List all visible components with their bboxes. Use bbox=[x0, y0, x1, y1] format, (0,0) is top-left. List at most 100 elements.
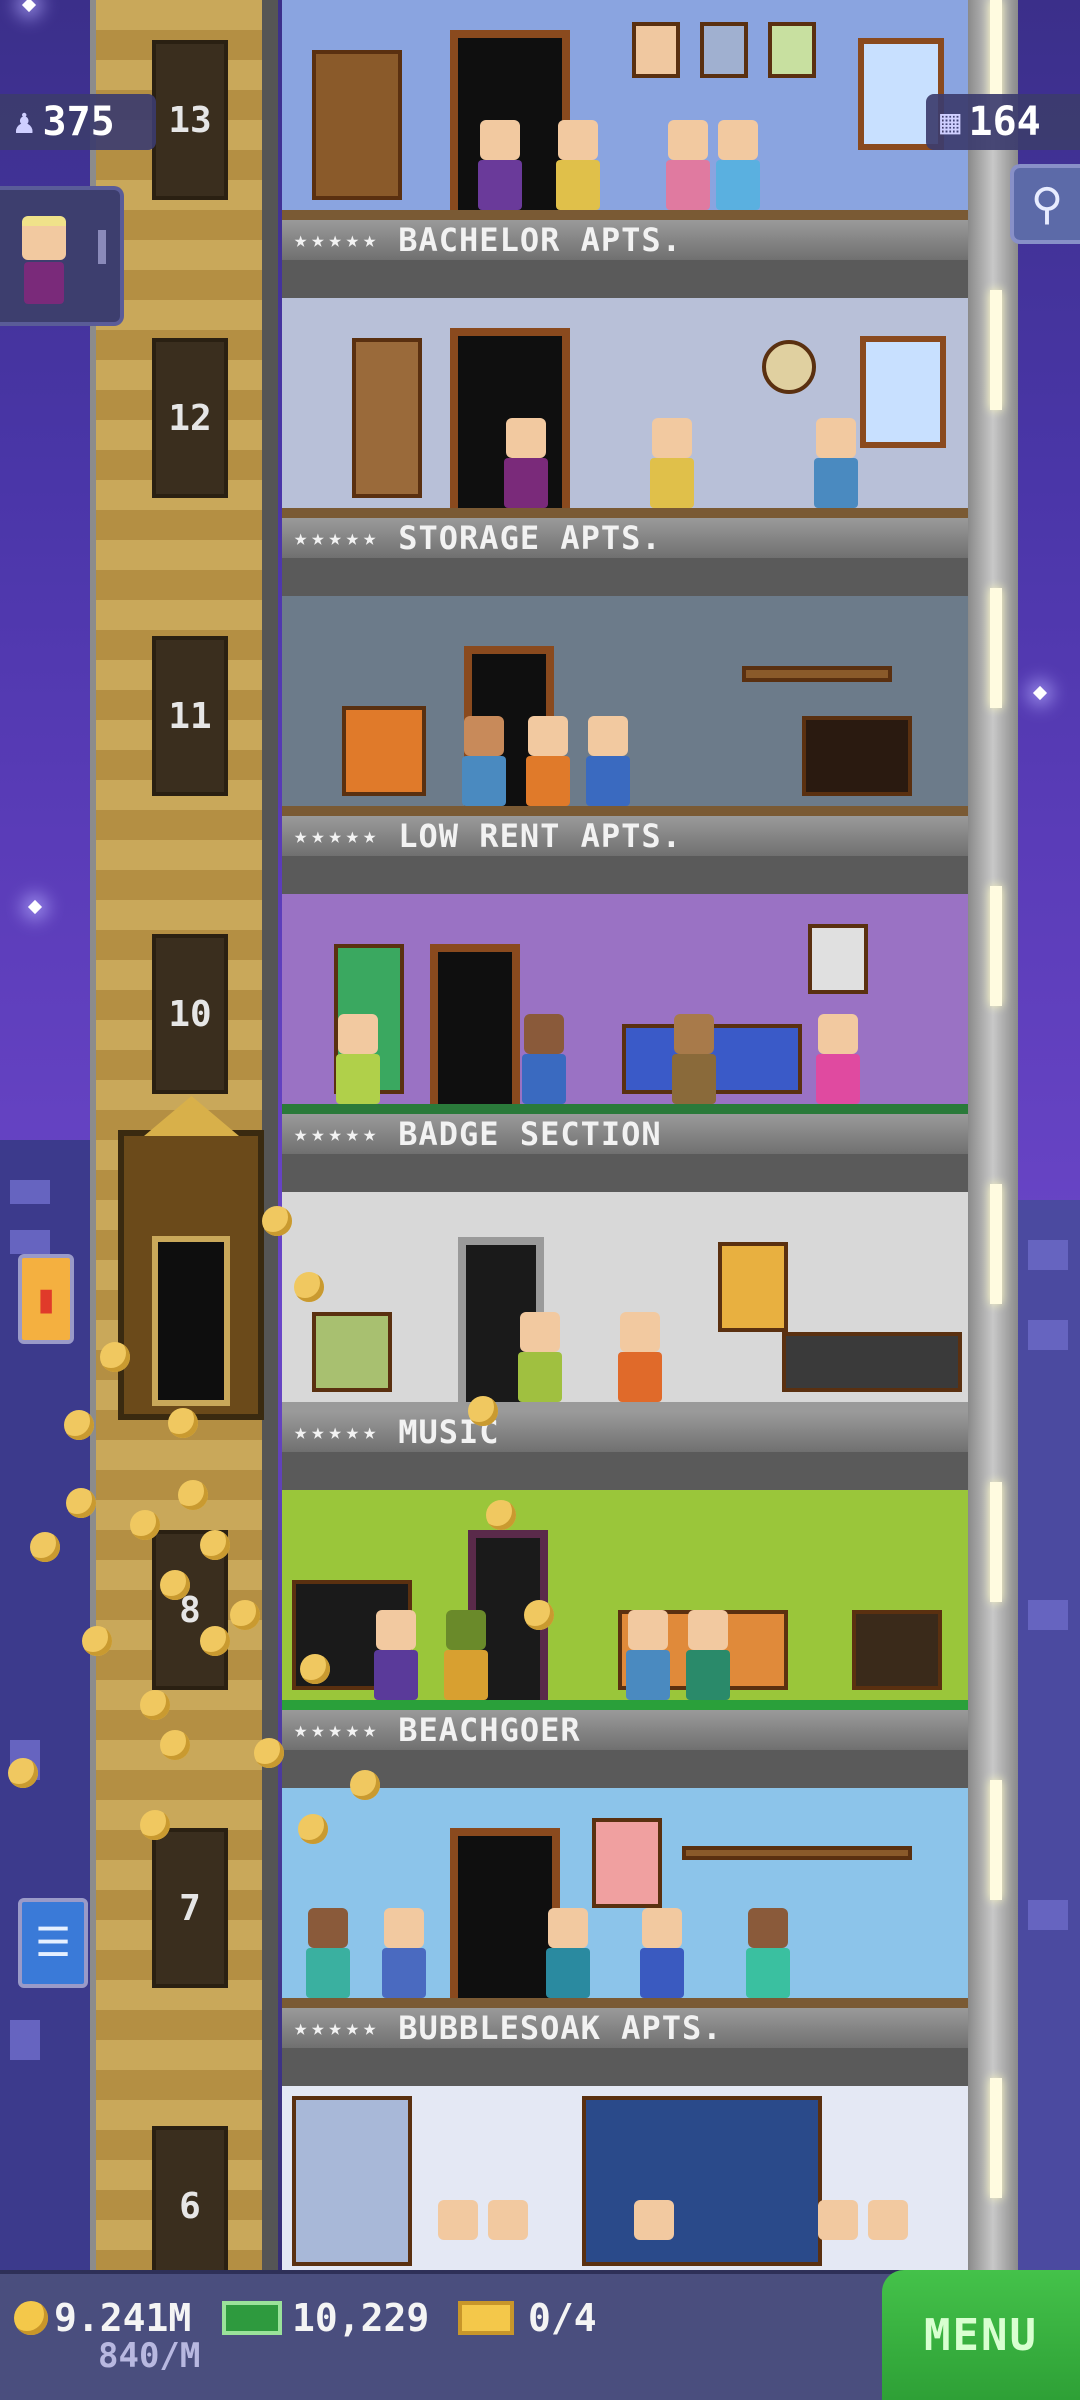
elevator-car[interactable] bbox=[118, 1096, 264, 1420]
floor-banner[interactable]: ★★★★★ BUBBLESOAK APTS. bbox=[282, 2008, 968, 2048]
floor-8-beachgoer[interactable]: ★★★★★ BEACHGOER bbox=[282, 1490, 968, 1788]
tenant[interactable] bbox=[614, 1312, 666, 1402]
notification-bubble[interactable]: ☰ bbox=[18, 1898, 88, 1988]
tenant[interactable] bbox=[458, 716, 510, 806]
floor-separator bbox=[282, 1452, 968, 1490]
coin-icon[interactable] bbox=[160, 1570, 190, 1600]
coin-icon[interactable] bbox=[262, 1206, 292, 1236]
floor-banner[interactable]: ★★★★★ STORAGE APTS. bbox=[282, 518, 968, 558]
coin-icon[interactable] bbox=[66, 1488, 96, 1518]
tenant[interactable] bbox=[552, 120, 604, 210]
floor-11-low-rent-apts[interactable]: ★★★★★ LOW RENT APTS. bbox=[282, 596, 968, 894]
tenant[interactable] bbox=[518, 1014, 570, 1104]
food-bubble[interactable]: ▮ bbox=[18, 1254, 74, 1344]
bux-stat[interactable]: 10,229 bbox=[222, 2296, 429, 2340]
coin-icon[interactable] bbox=[294, 1272, 324, 1302]
search-button[interactable]: ⚲ bbox=[1010, 164, 1080, 244]
menu-button[interactable]: MENU bbox=[882, 2270, 1080, 2400]
tenant[interactable] bbox=[542, 1908, 594, 1998]
tenant[interactable] bbox=[812, 2200, 864, 2270]
population-counter[interactable]: ♟ 375 bbox=[0, 94, 156, 150]
coin-icon[interactable] bbox=[178, 1480, 208, 1510]
coin-icon[interactable] bbox=[486, 1500, 516, 1530]
coin-icon[interactable] bbox=[140, 1810, 170, 1840]
tenant[interactable] bbox=[582, 716, 634, 806]
floor-separator bbox=[282, 2048, 968, 2086]
coin-icon[interactable] bbox=[140, 1690, 170, 1720]
tenant[interactable] bbox=[302, 1908, 354, 1998]
coin-icon[interactable] bbox=[298, 1814, 328, 1844]
rating-stars-icon: ★★★★★ bbox=[294, 2015, 381, 2041]
tenant[interactable] bbox=[332, 1014, 384, 1104]
coin-icon[interactable] bbox=[100, 1342, 130, 1372]
coin-icon[interactable] bbox=[30, 1532, 60, 1562]
tenant[interactable] bbox=[432, 2200, 484, 2270]
tenant[interactable] bbox=[636, 1908, 688, 1998]
floor-ledge bbox=[282, 1700, 968, 1710]
tenant[interactable] bbox=[474, 120, 526, 210]
floor-banner[interactable]: ★★★★★ LOW RENT APTS. bbox=[282, 816, 968, 856]
tenant[interactable] bbox=[378, 1908, 430, 1998]
shelf bbox=[742, 666, 892, 682]
tenant[interactable] bbox=[514, 1312, 566, 1402]
ticket-icon bbox=[458, 2301, 514, 2335]
coin-icon[interactable] bbox=[300, 1654, 330, 1684]
tenant[interactable] bbox=[500, 418, 552, 508]
tickets-value: 0/4 bbox=[528, 2296, 597, 2340]
coin-icon[interactable] bbox=[160, 1730, 190, 1760]
coin-icon[interactable] bbox=[130, 1510, 160, 1540]
room-interior bbox=[282, 1490, 968, 1700]
bathroom-unit bbox=[292, 2096, 412, 2266]
coin-icon[interactable] bbox=[200, 1626, 230, 1656]
tenant[interactable] bbox=[628, 2200, 680, 2270]
visitor-body bbox=[24, 262, 64, 304]
tenant[interactable] bbox=[812, 1014, 864, 1104]
tenant[interactable] bbox=[370, 1610, 422, 1700]
television bbox=[802, 716, 912, 796]
floor-banner[interactable]: ★★★★★ BEACHGOER bbox=[282, 1710, 968, 1750]
tenant[interactable] bbox=[440, 1610, 492, 1700]
tenant[interactable] bbox=[646, 418, 698, 508]
coin-icon[interactable] bbox=[82, 1626, 112, 1656]
floor-6[interactable] bbox=[282, 2086, 968, 2270]
floors-counter[interactable]: ▦ 164 bbox=[926, 94, 1080, 150]
game-poster bbox=[808, 924, 868, 994]
floor-banner[interactable]: ★★★★★ BADGE SECTION bbox=[282, 1114, 968, 1154]
tenant[interactable] bbox=[712, 120, 764, 210]
tenant[interactable] bbox=[482, 2200, 534, 2270]
tenant[interactable] bbox=[622, 1610, 674, 1700]
tenant[interactable] bbox=[662, 120, 714, 210]
tickets-stat[interactable]: 0/4 bbox=[458, 2296, 597, 2340]
coins-stat[interactable]: 9.241M bbox=[14, 2296, 191, 2340]
floor-12-storage-apts[interactable]: ★★★★★ STORAGE APTS. bbox=[282, 298, 968, 596]
floor-10-badge-section[interactable]: ★★★★★ BADGE SECTION bbox=[282, 894, 968, 1192]
coin-icon[interactable] bbox=[230, 1600, 260, 1630]
coin-icon[interactable] bbox=[254, 1738, 284, 1768]
floor-9-music[interactable]: ★★★★★ MUSIC bbox=[282, 1192, 968, 1490]
coin-icon[interactable] bbox=[64, 1410, 94, 1440]
tenant[interactable] bbox=[522, 716, 574, 806]
coin-icon[interactable] bbox=[468, 1396, 498, 1426]
floor-7-bubblesoak-apts[interactable]: ★★★★★ BUBBLESOAK APTS. bbox=[282, 1788, 968, 2086]
floor-banner[interactable]: ★★★★★ MUSIC bbox=[282, 1412, 968, 1452]
coin-icon[interactable] bbox=[8, 1758, 38, 1788]
coin-icon[interactable] bbox=[168, 1408, 198, 1438]
sky-star bbox=[21, 0, 37, 13]
visitor-notification[interactable] bbox=[0, 186, 124, 326]
floor-ledge bbox=[282, 806, 968, 816]
tenant[interactable] bbox=[668, 1014, 720, 1104]
tenant[interactable] bbox=[810, 418, 862, 508]
floor-banner[interactable]: ★★★★★ BACHELOR APTS. bbox=[282, 220, 968, 260]
coin-icon[interactable] bbox=[350, 1770, 380, 1800]
room-window bbox=[860, 336, 946, 448]
rating-stars-icon: ★★★★★ bbox=[294, 823, 381, 849]
coin-icon[interactable] bbox=[524, 1600, 554, 1630]
coin-icon[interactable] bbox=[200, 1530, 230, 1560]
rating-stars-icon: ★★★★★ bbox=[294, 1717, 381, 1743]
coin-icon bbox=[14, 2301, 48, 2335]
floor-13-bachelor-apts[interactable]: ★★★★★ BACHELOR APTS. bbox=[282, 0, 968, 298]
tenant[interactable] bbox=[742, 1908, 794, 1998]
tenant[interactable] bbox=[862, 2200, 914, 2270]
floor-ledge bbox=[282, 508, 968, 518]
tenant[interactable] bbox=[682, 1610, 734, 1700]
